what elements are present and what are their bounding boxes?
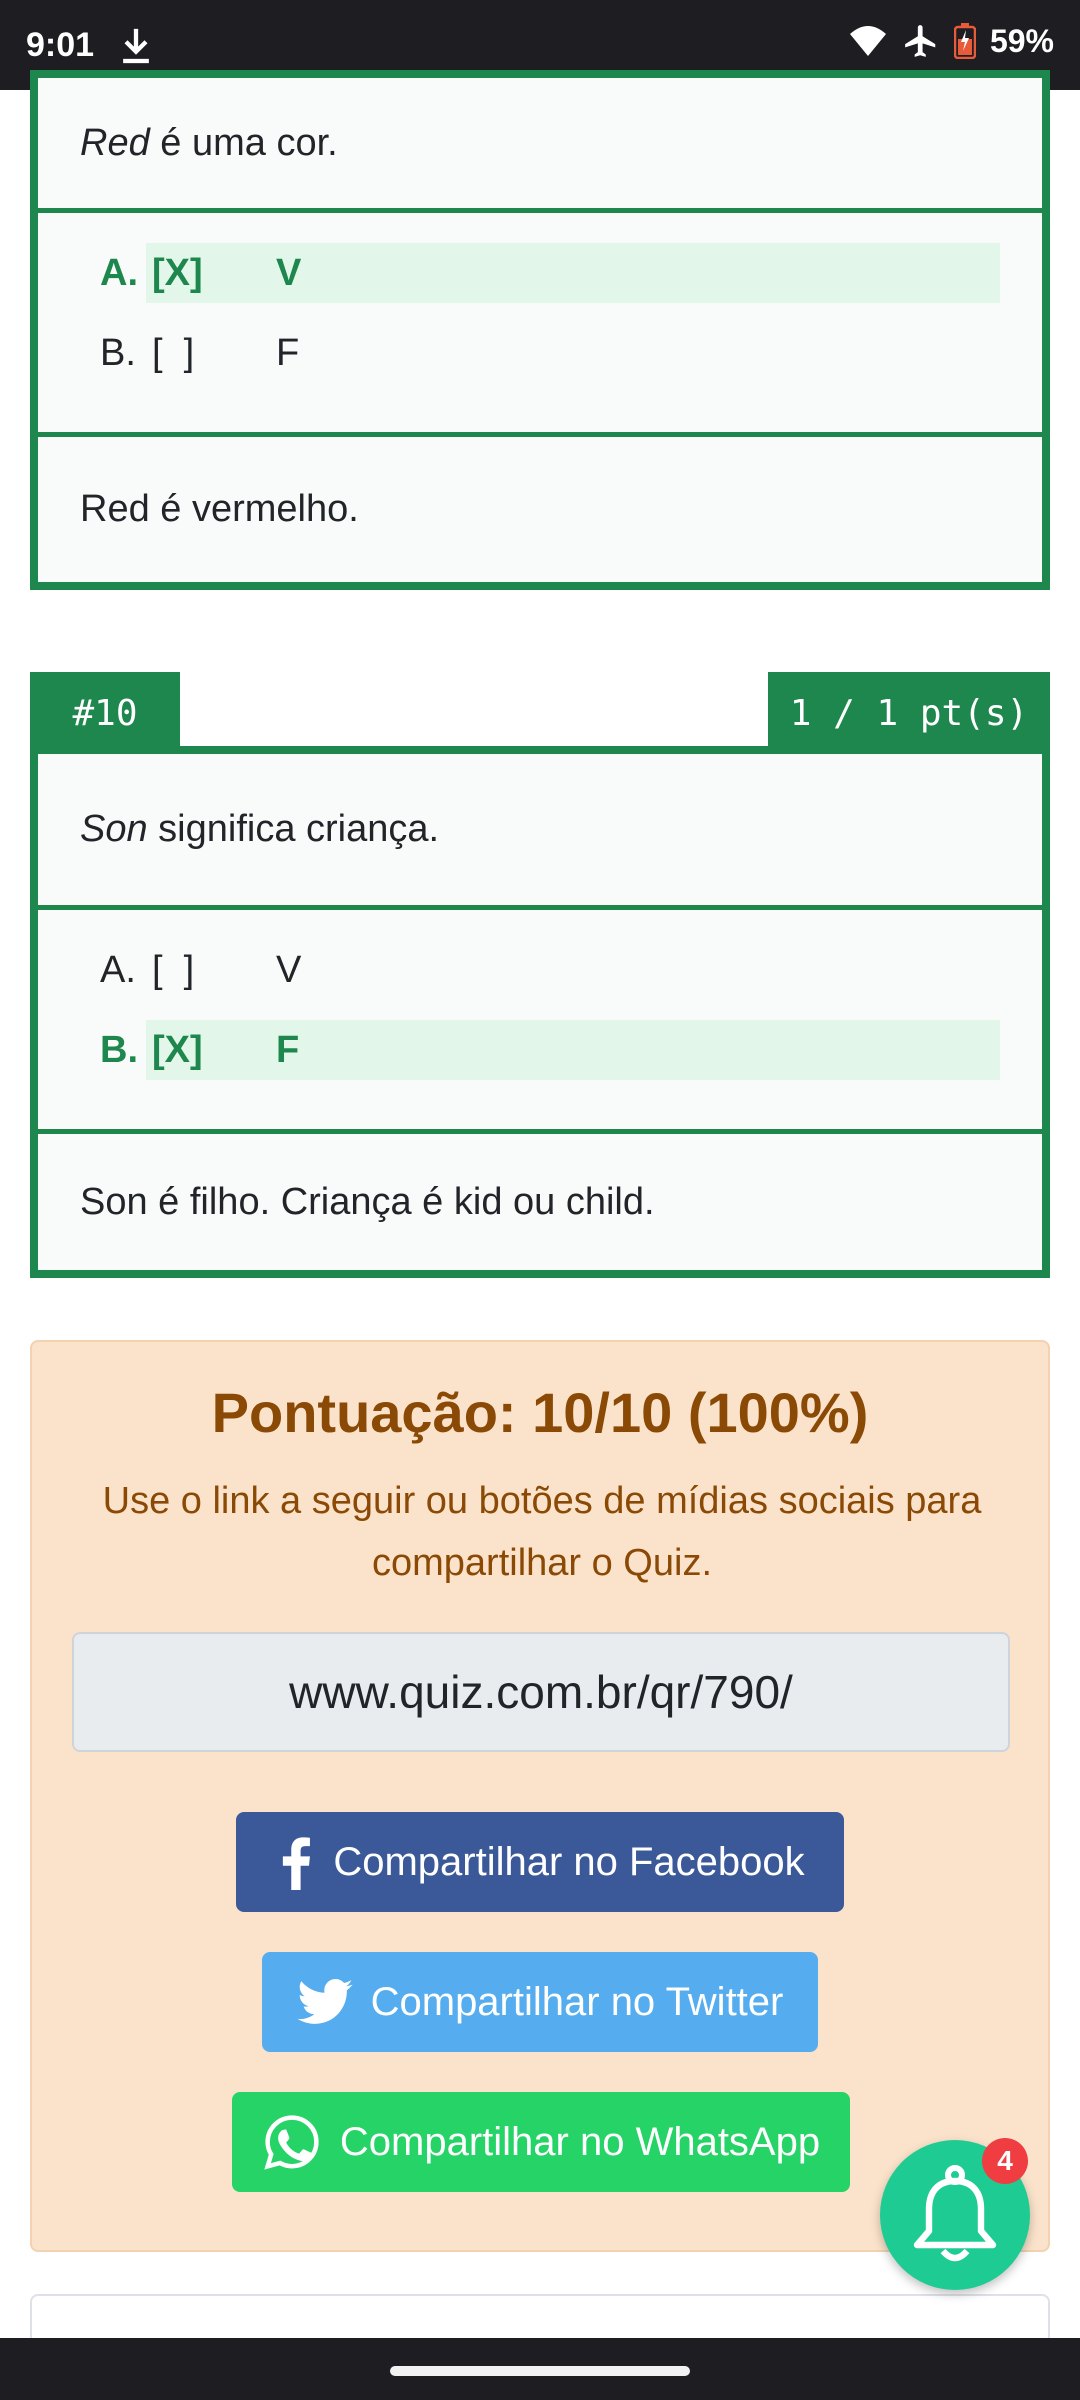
- answer-option-a: A. [X] V: [100, 243, 1000, 303]
- score-title: Pontuação: 10/10 (100%): [211, 1381, 869, 1444]
- share-whatsapp-label: Compartilhar no WhatsApp: [339, 2119, 821, 2164]
- notification-count-badge: 4: [982, 2138, 1028, 2184]
- share-whatsapp-button[interactable]: Compartilhar no WhatsApp: [232, 2092, 850, 2192]
- question-term: Red: [80, 121, 150, 164]
- twitter-icon: [297, 1979, 353, 2024]
- share-instructions: Use o link a seguir ou botões de mídias …: [102, 1480, 982, 1584]
- question-card: Red é uma cor. A. [X] V B. [ ] F Red é v…: [30, 70, 1050, 590]
- answer-option-b: B. [ ] F: [100, 331, 300, 374]
- share-facebook-label: Compartilhar no Facebook: [333, 1839, 805, 1884]
- airplane-icon: [905, 25, 936, 57]
- question-header: #10 1 / 1 pt(s): [30, 672, 1050, 754]
- home-gesture-handle[interactable]: [390, 2366, 690, 2376]
- answer-options: A. [X] V B. [ ] F: [38, 213, 1042, 437]
- question-text: Son significa criança.: [38, 754, 1042, 910]
- navigation-bar: [0, 2338, 1080, 2400]
- answer-option-b: B. [X] F: [100, 1020, 1000, 1080]
- download-icon: [123, 28, 149, 64]
- bell-icon: [913, 2165, 997, 2262]
- facebook-icon: [283, 1837, 311, 1890]
- score-panel: Pontuação: 10/10 (100%) Use o link a seg…: [30, 1340, 1050, 2252]
- question-term: Son: [80, 808, 148, 850]
- battery-percent: 59%: [989, 22, 1054, 59]
- share-twitter-button[interactable]: Compartilhar no Twitter: [262, 1952, 818, 2052]
- share-link-field[interactable]: www.quiz.com.br/qr/790/: [72, 1632, 1010, 1752]
- wifi-icon: [849, 26, 886, 56]
- answer-options: A. [ ] V B. [X] F: [38, 910, 1042, 1134]
- question-number: #10: [30, 672, 180, 754]
- answer-explanation: Red é vermelho.: [80, 488, 359, 530]
- whatsapp-icon: [264, 2115, 319, 2170]
- question-points: 1 / 1 pt(s): [768, 672, 1050, 754]
- status-time: 9:01: [26, 26, 95, 64]
- question-card: Son significa criança. A. [ ] V B. [X] F…: [30, 746, 1050, 1278]
- battery-icon: [953, 23, 976, 59]
- answer-explanation: Son é filho. Criança é kid ou child.: [80, 1180, 655, 1223]
- share-twitter-label: Compartilhar no Twitter: [370, 1979, 784, 2024]
- question-text: Red é uma cor.: [38, 78, 1042, 213]
- answer-option-a: A. [ ] V: [100, 948, 302, 991]
- share-facebook-button[interactable]: Compartilhar no Facebook: [236, 1812, 844, 1912]
